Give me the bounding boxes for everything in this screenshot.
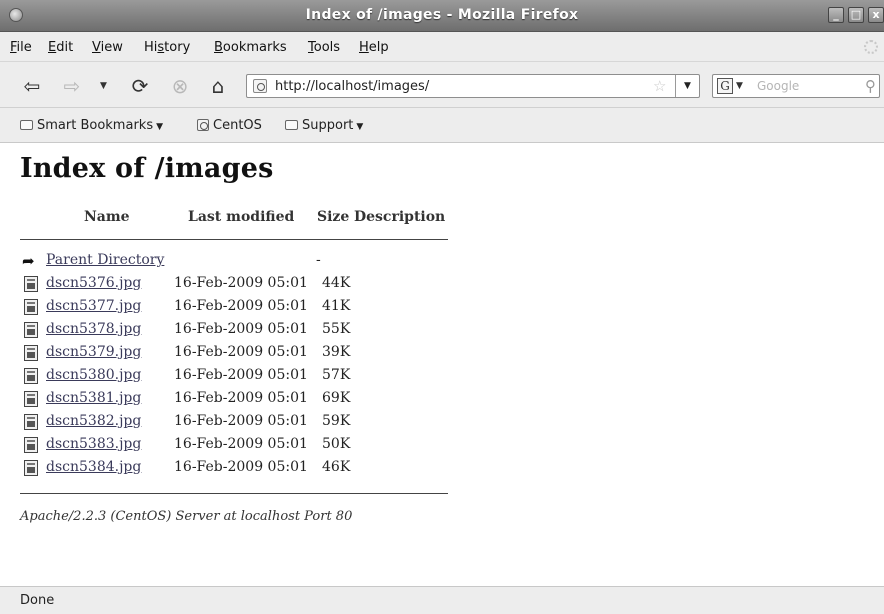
image-file-icon — [24, 414, 38, 430]
file-link[interactable]: dscn5384.jpg — [46, 459, 141, 475]
file-modified: 16-Feb-2009 05:01 — [174, 321, 308, 337]
bookmark-smart-bookmarks[interactable]: Smart Bookmarks ▼ — [20, 118, 163, 133]
image-file-icon — [24, 460, 38, 476]
divider — [20, 239, 448, 240]
menu-bookmarks[interactable]: Bookmarks — [214, 40, 287, 55]
file-modified: 16-Feb-2009 05:01 — [174, 344, 308, 360]
column-header-last-modified[interactable]: Last modified — [188, 209, 294, 225]
table-row: dscn5380.jpg 16-Feb-2009 05:01 57K — [20, 366, 450, 386]
search-input[interactable]: Google — [757, 79, 799, 93]
search-magnifier-icon[interactable]: ⚲ — [865, 77, 876, 95]
bookmarks-toolbar: Smart Bookmarks ▼ CentOS Support ▼ — [0, 108, 884, 143]
image-file-icon — [24, 437, 38, 453]
folder-icon — [285, 120, 298, 130]
menu-tools[interactable]: Tools — [308, 40, 340, 55]
file-size: 59K — [322, 413, 351, 429]
column-header-size[interactable]: Size — [317, 209, 349, 225]
forward-arrow-icon[interactable]: ⇨ — [60, 74, 84, 98]
minimize-button[interactable]: _ — [828, 7, 844, 23]
file-size: 46K — [322, 459, 351, 475]
file-link[interactable]: dscn5379.jpg — [46, 344, 141, 360]
navigation-toolbar: ⇦ ⇨ ▼ ⟳ ⊗ ⌂ http://localhost/images/ ☆ ▼… — [0, 62, 884, 108]
file-modified: 16-Feb-2009 05:01 — [174, 275, 308, 291]
table-row: dscn5377.jpg 16-Feb-2009 05:01 41K — [20, 297, 450, 317]
url-input[interactable]: http://localhost/images/ — [275, 79, 429, 94]
close-button[interactable]: x — [868, 7, 884, 23]
file-size: 57K — [322, 367, 351, 383]
file-size: 50K — [322, 436, 351, 452]
server-signature: Apache/2.2.3 (CentOS) Server at localhos… — [20, 509, 353, 524]
bookmark-centos[interactable]: CentOS — [197, 118, 262, 133]
menu-view[interactable]: View — [92, 40, 123, 55]
back-arrow-icon[interactable]: ⇦ — [20, 74, 44, 98]
table-row: dscn5383.jpg 16-Feb-2009 05:01 50K — [20, 435, 450, 455]
image-file-icon — [24, 368, 38, 384]
table-row: dscn5376.jpg 16-Feb-2009 05:01 44K — [20, 274, 450, 294]
menu-edit[interactable]: Edit — [48, 40, 73, 55]
file-modified: 16-Feb-2009 05:01 — [174, 367, 308, 383]
status-text: Done — [20, 593, 55, 608]
search-engine-icon[interactable]: G — [717, 78, 733, 94]
favicon-icon — [197, 119, 209, 131]
parent-directory-link[interactable]: Parent Directory — [46, 252, 164, 268]
file-modified: 16-Feb-2009 05:01 — [174, 298, 308, 314]
title-bar: Index of /images - Mozilla Firefox _ □ x — [0, 0, 884, 32]
search-engine-dropdown-icon[interactable]: ▼ — [736, 81, 743, 91]
file-size: 41K — [322, 298, 351, 314]
file-link[interactable]: dscn5382.jpg — [46, 413, 141, 429]
file-size: 55K — [322, 321, 351, 337]
file-link[interactable]: dscn5376.jpg — [46, 275, 141, 291]
table-row: dscn5384.jpg 16-Feb-2009 05:01 46K — [20, 458, 450, 478]
search-bar[interactable]: G ▼ Google ⚲ — [712, 74, 880, 98]
menu-bar: File Edit View History Bookmarks Tools H… — [0, 32, 884, 62]
column-header-description[interactable]: Description — [354, 209, 445, 225]
parent-directory-row: ➦ Parent Directory - — [20, 251, 450, 271]
bookmark-support[interactable]: Support ▼ — [285, 118, 363, 133]
status-bar: Done — [0, 586, 884, 614]
file-link[interactable]: dscn5383.jpg — [46, 436, 141, 452]
stop-icon[interactable]: ⊗ — [168, 74, 192, 98]
reload-icon[interactable]: ⟳ — [128, 74, 152, 98]
file-modified: 16-Feb-2009 05:01 — [174, 436, 308, 452]
site-identity-icon[interactable] — [253, 79, 267, 93]
home-icon[interactable]: ⌂ — [206, 74, 230, 98]
image-file-icon — [24, 276, 38, 292]
bookmark-star-icon[interactable]: ☆ — [653, 77, 666, 95]
file-modified: 16-Feb-2009 05:01 — [174, 390, 308, 406]
file-size: 44K — [322, 275, 351, 291]
menu-history[interactable]: History — [144, 40, 190, 55]
url-dropdown-icon[interactable]: ▼ — [675, 75, 699, 97]
column-header-name[interactable]: Name — [84, 209, 130, 225]
menu-file[interactable]: File — [10, 40, 32, 55]
file-size: 39K — [322, 344, 351, 360]
table-row: dscn5381.jpg 16-Feb-2009 05:01 69K — [20, 389, 450, 409]
file-link[interactable]: dscn5378.jpg — [46, 321, 141, 337]
maximize-button[interactable]: □ — [848, 7, 864, 23]
file-link[interactable]: dscn5381.jpg — [46, 390, 141, 406]
file-size: - — [316, 252, 321, 268]
table-row: dscn5379.jpg 16-Feb-2009 05:01 39K — [20, 343, 450, 363]
image-file-icon — [24, 299, 38, 315]
file-link[interactable]: dscn5377.jpg — [46, 298, 141, 314]
folder-icon — [20, 120, 33, 130]
image-file-icon — [24, 345, 38, 361]
history-dropdown-icon[interactable]: ▼ — [100, 81, 107, 91]
table-row: dscn5382.jpg 16-Feb-2009 05:01 59K — [20, 412, 450, 432]
page-content: Index of /images Name Last modified Size… — [0, 143, 884, 586]
page-title: Index of /images — [20, 153, 274, 184]
image-file-icon — [24, 391, 38, 407]
file-size: 69K — [322, 390, 351, 406]
throbber-icon — [864, 40, 878, 54]
image-file-icon — [24, 322, 38, 338]
file-modified: 16-Feb-2009 05:01 — [174, 413, 308, 429]
menu-help[interactable]: Help — [359, 40, 389, 55]
file-link[interactable]: dscn5380.jpg — [46, 367, 141, 383]
url-bar[interactable]: http://localhost/images/ ☆ ▼ — [246, 74, 700, 98]
table-row: dscn5378.jpg 16-Feb-2009 05:01 55K — [20, 320, 450, 340]
window-title: Index of /images - Mozilla Firefox — [305, 7, 579, 23]
file-modified: 16-Feb-2009 05:01 — [174, 459, 308, 475]
divider — [20, 493, 448, 494]
back-folder-icon: ➦ — [22, 252, 35, 270]
